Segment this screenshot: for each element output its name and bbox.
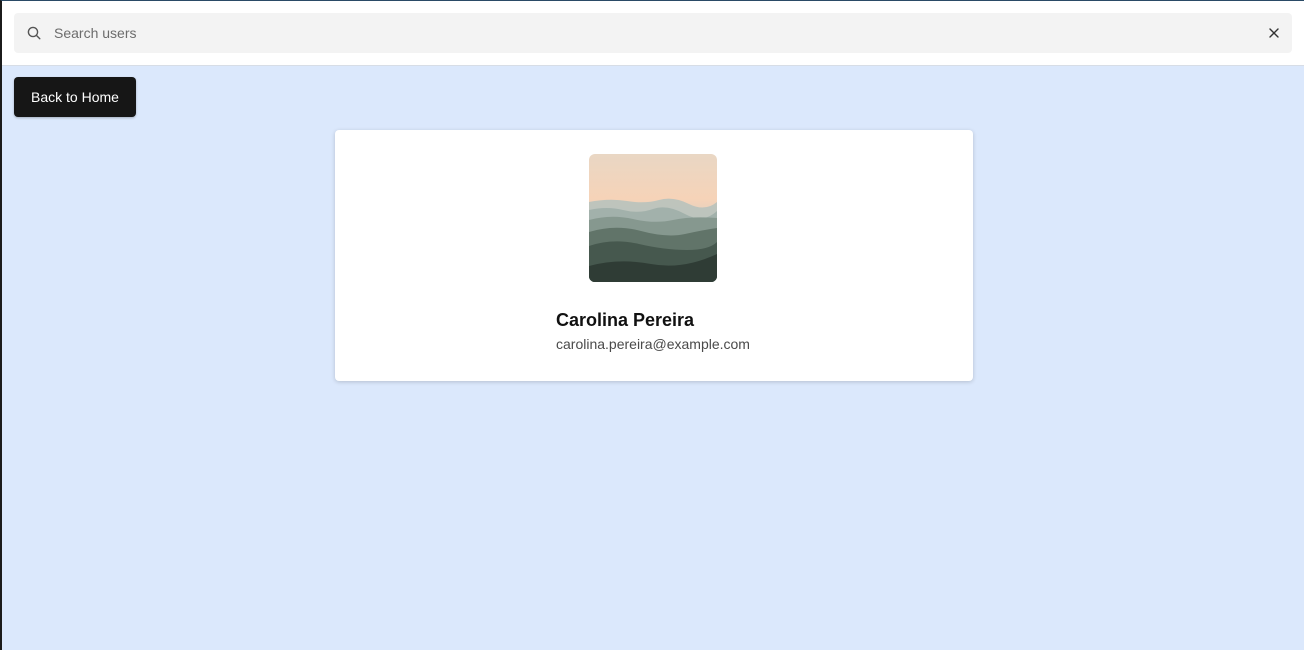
user-name: Carolina Pereira bbox=[556, 310, 695, 330]
close-icon[interactable] bbox=[1266, 25, 1282, 41]
header bbox=[2, 1, 1304, 66]
user-email: carolina.pereira@example.com bbox=[556, 336, 750, 352]
search-input[interactable] bbox=[54, 13, 1244, 53]
back-to-home-button[interactable]: Back to Home bbox=[14, 77, 136, 117]
user-profile-card: Carolina Pereira carolina.pereira@exampl… bbox=[335, 130, 973, 381]
app-window: Back to Home bbox=[0, 0, 1304, 650]
search-icon bbox=[27, 26, 41, 40]
mountain-landscape-image bbox=[589, 154, 717, 282]
avatar bbox=[589, 154, 717, 282]
search-bar[interactable] bbox=[14, 13, 1292, 53]
